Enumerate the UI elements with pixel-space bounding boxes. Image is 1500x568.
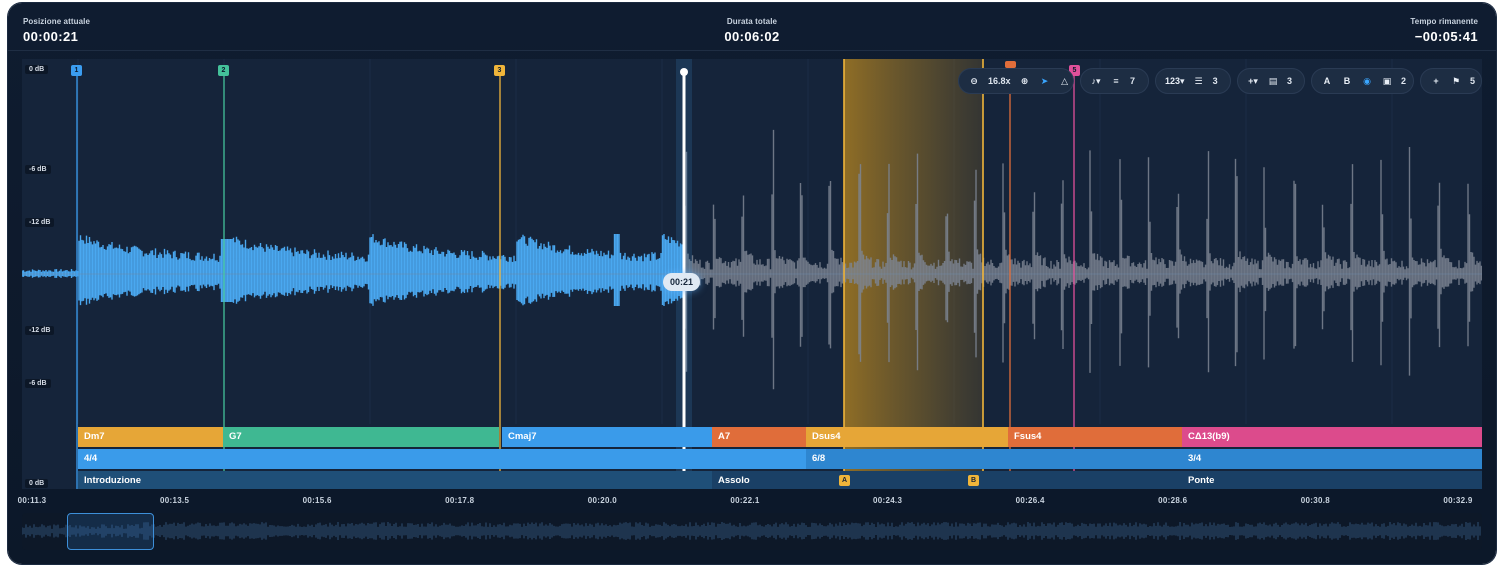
time-tick: 00:13.5	[159, 496, 190, 505]
section-introduzione[interactable]: Introduzione	[78, 471, 712, 489]
transport-header: Posizione attuale 00:00:21 Durata totale…	[8, 3, 1496, 51]
note-count: 7	[1130, 76, 1136, 86]
list-count: 3	[1212, 76, 1218, 86]
time-tick: 00:15.6	[302, 496, 332, 505]
time-tick: 00:28.6	[1158, 496, 1188, 505]
overview-waveform	[22, 522, 1481, 540]
zoom-level: 16.8x	[988, 76, 1011, 86]
add-dropdown-icon[interactable]: +▾	[1247, 74, 1259, 88]
marker-2[interactable]: 2	[218, 65, 229, 76]
section-assolo[interactable]: Assolo	[712, 471, 1182, 489]
time-tick: 00:24.3	[872, 496, 903, 505]
text-box-icon[interactable]: ▤	[1267, 74, 1279, 88]
remaining-time-value: −00:05:41	[1414, 29, 1478, 44]
shape-count: 2	[1401, 76, 1407, 86]
notes-toolbar: ♪▾ ≡ 7	[1080, 68, 1149, 94]
remaining-time-label: Tempo rimanente	[1410, 17, 1478, 26]
text-count: 3	[1287, 76, 1293, 86]
ordered-list-icon[interactable]: ☰	[1193, 74, 1205, 88]
music-note-icon[interactable]: ♪▾	[1090, 74, 1102, 88]
chord-cmaj7[interactable]: Cmaj7	[502, 427, 712, 447]
db-label: -12 dB	[25, 218, 55, 227]
chord-dm7[interactable]: Dm7	[78, 427, 223, 447]
zoom-out-icon[interactable]: ⊖	[968, 74, 980, 88]
loop-end-handle[interactable]: B	[968, 475, 979, 486]
flags-toolbar: + ⚑ 5	[1420, 68, 1482, 94]
time-signature-4-4[interactable]: 4/4	[78, 449, 806, 469]
total-duration-value: 00:06:02	[724, 29, 780, 44]
db-label: -6 dB	[25, 165, 51, 174]
marker-4[interactable]	[1005, 61, 1016, 68]
loop-toolbar: A B ◉ ▣ 2	[1311, 68, 1414, 94]
time-tick: 00:20.0	[587, 496, 618, 505]
metronome-icon[interactable]: △	[1059, 74, 1071, 88]
zoom-toolbar: ⊖ 16.8x ⊕ ➤ △	[958, 68, 1074, 94]
time-tick: 00:11.3	[17, 496, 47, 505]
flag-icon[interactable]: ⚑	[1450, 74, 1462, 88]
db-label: -6 dB	[25, 379, 51, 388]
zoom-in-icon[interactable]: ⊕	[1019, 74, 1031, 88]
loop-b-button[interactable]: B	[1341, 74, 1353, 88]
chord-g7[interactable]: G7	[223, 427, 499, 447]
chord-dsus4[interactable]: Dsus4	[806, 427, 1008, 447]
marker-1[interactable]: 1	[71, 65, 82, 76]
time-tick: 00:32.9	[1443, 496, 1473, 505]
db-label: 0 dB	[25, 479, 49, 488]
number-format-icon[interactable]: 123 ▾	[1165, 74, 1185, 88]
chord-a7[interactable]: A7	[712, 427, 806, 447]
follow-playhead-icon[interactable]: ➤	[1039, 74, 1051, 88]
time-tick: 00:22.1	[730, 496, 760, 505]
total-duration: Durata totale 00:06:02	[8, 17, 1496, 44]
time-signature-3-4[interactable]: 3/4	[1182, 449, 1482, 469]
chord-fsus4[interactable]: Fsus4	[1008, 427, 1182, 447]
add-toolbar: +▾ ▤ 3	[1237, 68, 1305, 94]
numbers-toolbar: 123 ▾ ☰ 3	[1155, 68, 1231, 94]
loop-toggle-icon[interactable]: ◉	[1361, 74, 1373, 88]
note-list-icon[interactable]: ≡	[1110, 74, 1122, 88]
shapes-icon[interactable]: ▣	[1381, 74, 1393, 88]
time-tick: 00:30.8	[1300, 496, 1331, 505]
playhead-time-badge: 00:21	[663, 273, 701, 291]
time-tick: 00:26.4	[1015, 496, 1045, 505]
total-duration-label: Durata totale	[726, 17, 778, 26]
db-label: 0 dB	[25, 65, 49, 74]
add-marker-icon[interactable]: +	[1430, 74, 1442, 88]
marker-3[interactable]: 3	[494, 65, 505, 76]
time-signature-6-8[interactable]: 6/8	[806, 449, 1182, 469]
db-label: -12 dB	[25, 326, 55, 335]
section-ponte[interactable]: Ponte	[1182, 471, 1482, 489]
time-tick: 00:17.8	[445, 496, 475, 505]
waveform-area[interactable]: 0 dB -6 dB -12 dB -12 dB -6 dB 0 dB 1 2 …	[22, 59, 1482, 489]
flag-count: 5	[1470, 76, 1476, 86]
remaining-time: Tempo rimanente −00:05:41	[1410, 17, 1478, 44]
overview-viewport[interactable]	[67, 513, 154, 550]
chord-c-delta13-b9[interactable]: CΔ13(b9)	[1182, 427, 1482, 447]
waveform-canvas[interactable]	[22, 59, 1482, 489]
loop-a-button[interactable]: A	[1321, 74, 1333, 88]
audio-editor-window: Posizione attuale 00:00:21 Durata totale…	[8, 3, 1496, 564]
loop-start-handle[interactable]: A	[839, 475, 850, 486]
overview-minimap[interactable]	[22, 513, 1482, 550]
